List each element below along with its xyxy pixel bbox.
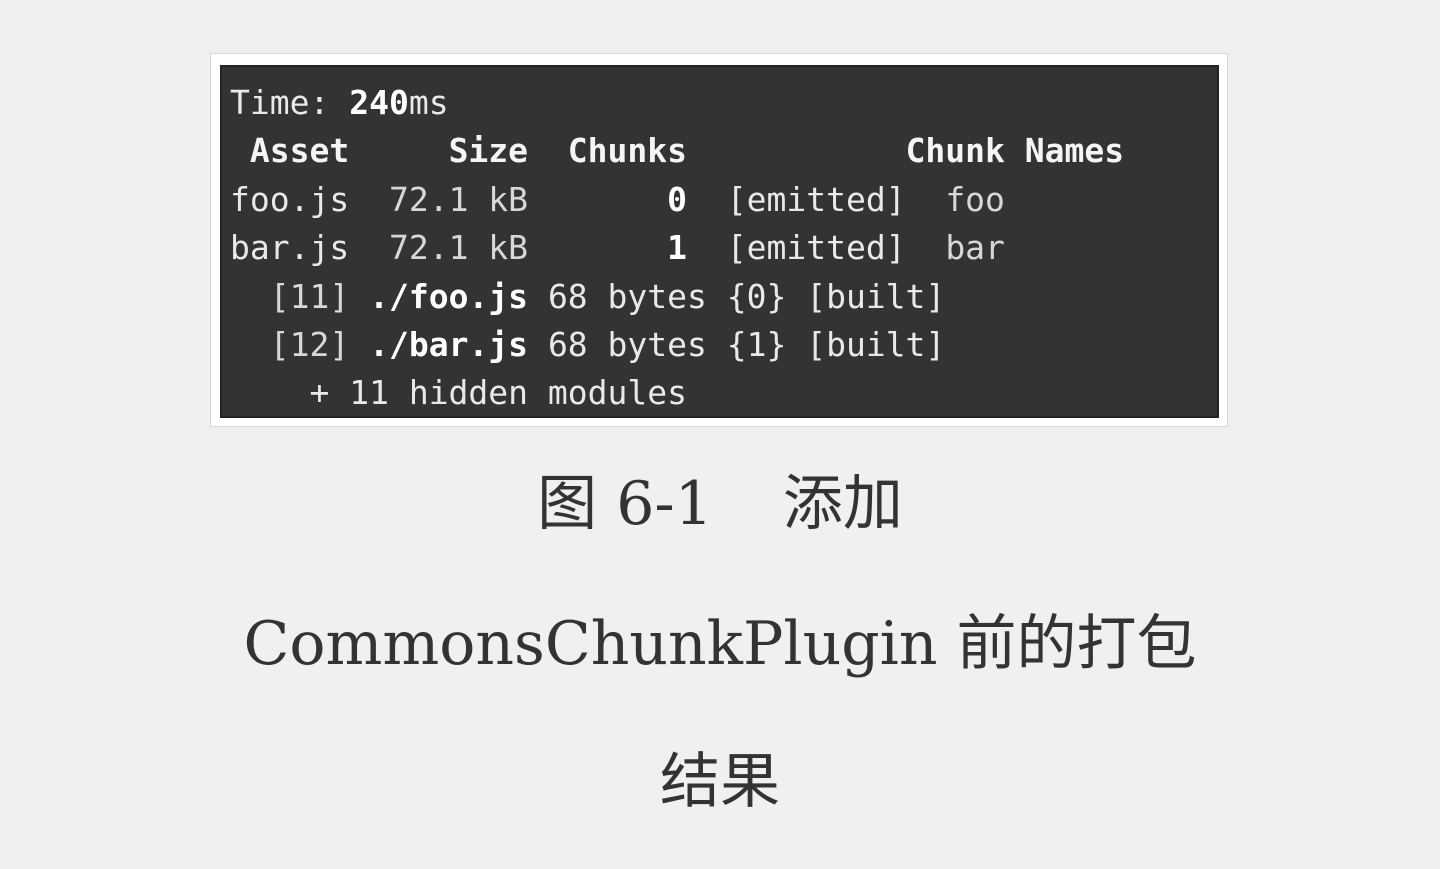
asset-chunk-name: bar [945, 228, 1005, 268]
header-chunk-names: Chunk Names [905, 131, 1125, 171]
header-chunks: Chunks [567, 131, 688, 171]
table-header: Asset Size Chunks Chunk Names [230, 127, 1124, 175]
asset-size: 72.1 kB [388, 179, 529, 219]
figure-number: 图 6-1 [537, 469, 713, 539]
asset-name: foo.js [230, 179, 350, 219]
asset-name: bar.js [230, 228, 350, 268]
table-row: bar.js 72.1 kB 1 [emitted] bar [230, 224, 1124, 272]
figure-caption-line-3: 结果 [0, 752, 1440, 812]
time-value: 240 [349, 83, 409, 122]
header-size: Size [448, 131, 529, 171]
asset-status: [emitted] [726, 228, 906, 268]
asset-chunk: 0 [667, 179, 687, 219]
figure-caption-line-1: 图 6-1 添加 [0, 474, 1440, 534]
module-path: ./bar.js [369, 324, 529, 364]
asset-status: [emitted] [726, 179, 906, 219]
caption-title-part-1: 添加 [782, 469, 903, 539]
asset-chunk-name: foo [945, 179, 1005, 219]
terminal-screenshot: Time: 240ms Asset Size Chunks Chunk Name… [220, 65, 1219, 418]
module-info: 68 bytes {0} [built] [547, 276, 946, 316]
module-line: [11] ./foo.js 68 bytes {0} [built] [230, 273, 1124, 321]
table-row: foo.js 72.1 kB 0 [emitted] foo [230, 176, 1124, 224]
module-info: 68 bytes {1} [built] [547, 324, 946, 364]
terminal-output: Time: 240ms Asset Size Chunks Chunk Name… [230, 79, 1124, 416]
header-asset: Asset [249, 131, 350, 171]
caption-title-part-3: 结果 [660, 747, 780, 817]
module-line: [12] ./bar.js 68 bytes {1} [built] [230, 321, 1124, 369]
module-path: ./foo.js [369, 276, 529, 316]
time-line: Time: 240ms [230, 79, 1124, 127]
asset-chunk: 1 [667, 228, 687, 268]
module-id: [12] [269, 324, 350, 364]
time-unit: ms [408, 83, 449, 122]
module-id: [11] [269, 276, 350, 316]
asset-size: 72.1 kB [388, 228, 529, 268]
caption-title-part-2: CommonsChunkPlugin 前的打包 [243, 609, 1197, 679]
hidden-modules-line: + 11 hidden modules [230, 369, 1124, 416]
figure-caption-line-2: CommonsChunkPlugin 前的打包 [0, 614, 1440, 674]
time-label: Time: [230, 83, 350, 122]
hidden-modules-text: + 11 hidden modules [309, 373, 687, 413]
figure-frame: Time: 240ms Asset Size Chunks Chunk Name… [210, 53, 1228, 427]
